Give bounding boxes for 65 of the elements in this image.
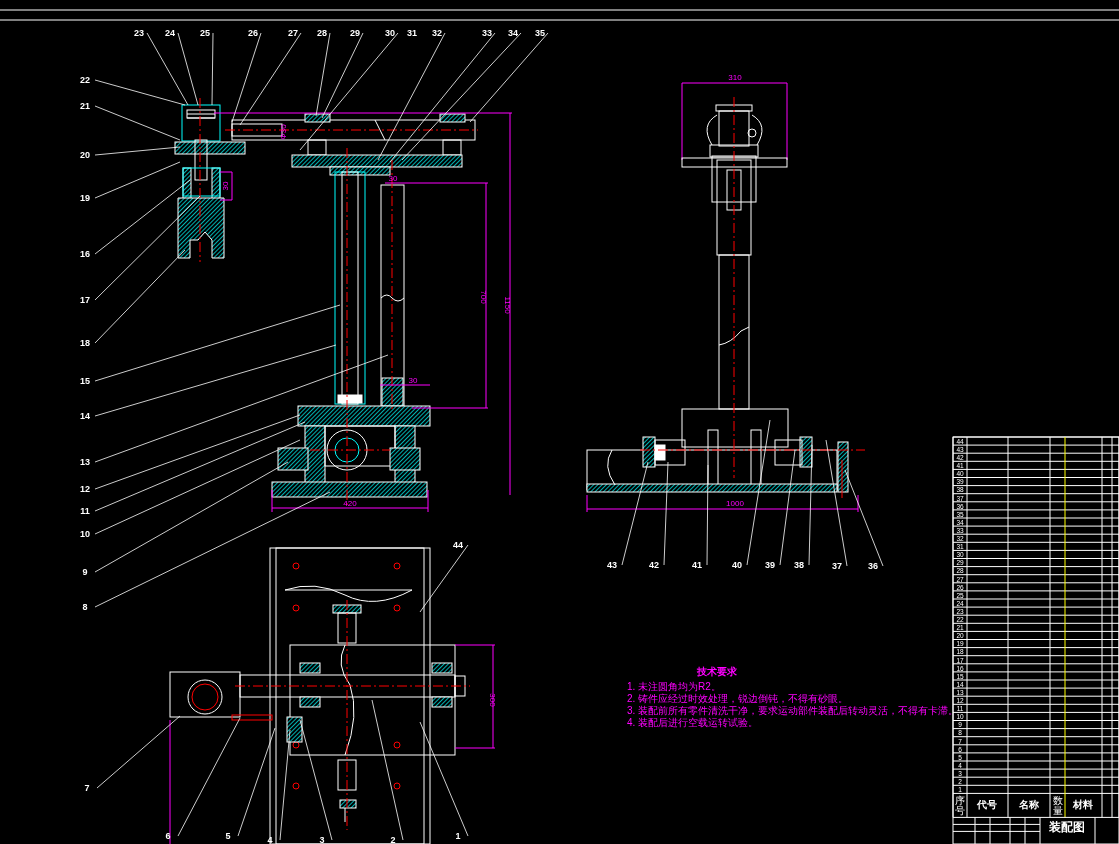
part-number-label: 19 — [80, 193, 90, 203]
part-number-label: 9 — [82, 567, 88, 577]
part-number-label: 18 — [80, 338, 90, 348]
part-number-label: 35 — [535, 28, 545, 38]
leader-line — [419, 544, 469, 613]
drawing-title: 装配图 — [1049, 820, 1085, 835]
part-number-label: 21 — [80, 101, 90, 111]
part-number-label: 6 — [165, 831, 171, 841]
part-number-label: 29 — [350, 28, 360, 38]
part-number-label: 11 — [80, 506, 90, 516]
part-number-label: 26 — [248, 28, 258, 38]
dimension-label: 1000 — [726, 499, 744, 508]
dimension-label: 420 — [343, 499, 357, 508]
part-number-label: 39 — [765, 560, 775, 570]
table-header: 材料 — [1073, 799, 1093, 811]
dimension-label: 30 — [388, 174, 398, 183]
part-number-label: 27 — [288, 28, 298, 38]
part-number-label: 30 — [385, 28, 395, 38]
part-number-label: 44 — [453, 540, 463, 550]
table-header: 数量 — [1052, 794, 1063, 817]
part-number-label: 34 — [508, 28, 518, 38]
part-number-label: 4 — [267, 835, 273, 844]
requirement-text: 4. 装配后进行空载运转试验。 — [627, 717, 759, 728]
part-number-label: 15 — [80, 376, 90, 386]
requirement-text: 1. 未注圆角均为R2。 — [627, 681, 721, 692]
part-number-label: 36 — [868, 561, 878, 571]
part-number-label: 12 — [80, 484, 90, 494]
part-number-label: 28 — [317, 28, 327, 38]
part-number-label: 8 — [82, 602, 88, 612]
table-header: 代号 — [977, 799, 997, 811]
dimension-label: 310 — [728, 73, 742, 82]
part-number-label: 42 — [649, 560, 659, 570]
dimension-label: 30 — [408, 376, 418, 385]
requirements-title: 技术要求 — [697, 666, 737, 677]
part-number-label: 31 — [407, 28, 417, 38]
part-number-label: 14 — [80, 411, 90, 421]
part-number-label: 2 — [390, 835, 396, 844]
part-number-label: 1 — [455, 831, 461, 841]
part-number-label: 20 — [80, 150, 90, 160]
part-number-label: 13 — [80, 457, 90, 467]
part-number-label: 38 — [794, 560, 804, 570]
requirement-text: 2. 铸件应经过时效处理，锐边倒钝，不得有砂眼。 — [627, 693, 849, 704]
part-number-label: 40 — [732, 560, 742, 570]
part-number-label: 7 — [84, 783, 90, 793]
part-number-label: 22 — [80, 75, 90, 85]
part-number-label: 33 — [482, 28, 492, 38]
part-number-label: 24 — [165, 28, 175, 38]
dimension-label: 1150 — [503, 296, 512, 314]
part-number-label: 17 — [80, 295, 90, 305]
part-number-label: 3 — [319, 835, 325, 844]
dimension-label: Φ30 — [279, 124, 288, 140]
part-number-label: 5 — [225, 831, 231, 841]
part-number-label: 25 — [200, 28, 210, 38]
part-number-label: 41 — [692, 560, 702, 570]
table-header: 序号 — [955, 794, 965, 817]
dimension-label: 700 — [479, 290, 488, 304]
dimension-label: 300 — [488, 693, 497, 707]
part-number-label: 43 — [607, 560, 617, 570]
part-number-label: 32 — [432, 28, 442, 38]
part-number-label: 16 — [80, 249, 90, 259]
table-header: 名称 — [1019, 799, 1039, 811]
dimension-label: 30 — [221, 181, 230, 191]
part-number-label: 23 — [134, 28, 144, 38]
part-number-label: 37 — [832, 561, 842, 571]
part-number-label: 10 — [80, 529, 90, 539]
